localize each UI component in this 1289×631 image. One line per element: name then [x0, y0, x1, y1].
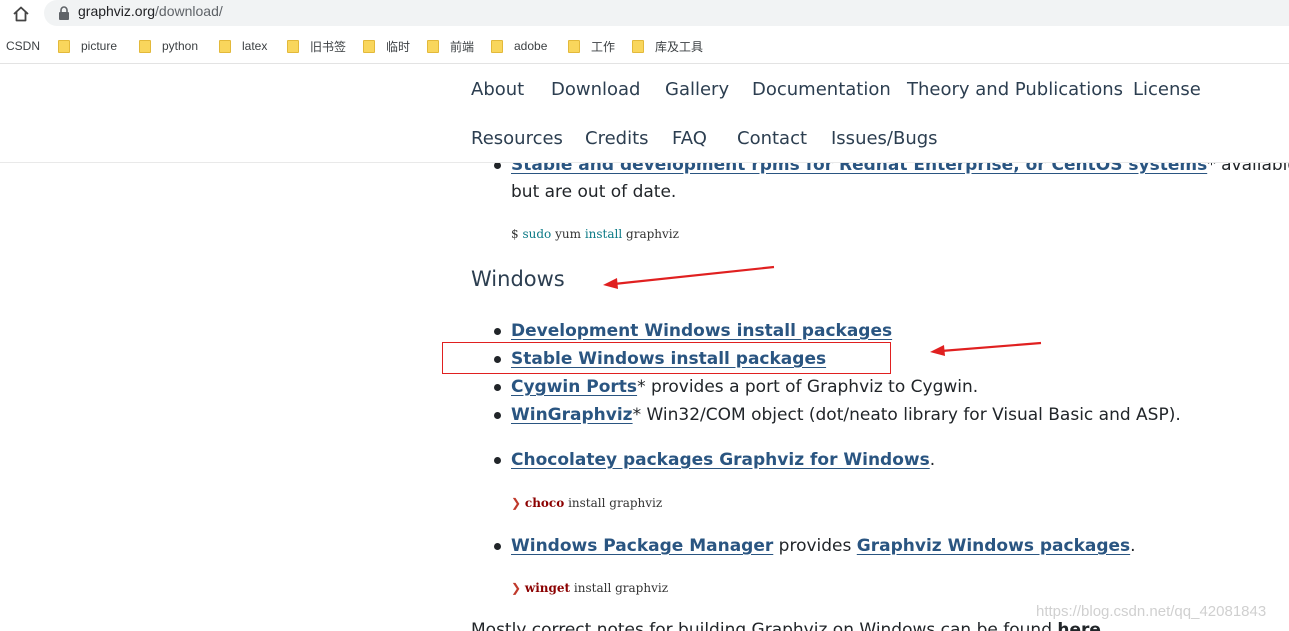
bookmark-label: 临时	[386, 39, 411, 54]
bookmark-folder-picture[interactable]: picture	[58, 38, 117, 54]
folder-icon	[632, 39, 644, 53]
home-button[interactable]	[10, 4, 32, 24]
bookmarks-bar: CSDN picture python latex 旧书签 临时 前端 adob…	[0, 30, 1289, 60]
bookmark-label: 工作	[591, 39, 616, 54]
browser-toolbar: graphviz.org/download/	[0, 0, 1289, 28]
annotation-arrows	[603, 265, 1042, 356]
folder-icon	[427, 39, 439, 53]
bookmark-label: latex	[242, 39, 268, 53]
bookmark-folder-temp[interactable]: 临时	[363, 38, 410, 54]
bookmark-folder-python[interactable]: python	[139, 38, 198, 54]
bookmark-csdn[interactable]: CSDN	[6, 38, 40, 54]
folder-icon	[219, 39, 231, 53]
bookmark-folder-adobe[interactable]: adobe	[491, 38, 547, 54]
folder-icon	[139, 39, 151, 53]
arrow-to-windows-heading	[603, 265, 775, 289]
folder-icon	[58, 39, 70, 53]
bookmark-label: picture	[81, 39, 118, 53]
bookmark-folder-latex[interactable]: latex	[219, 38, 267, 54]
home-icon	[13, 6, 29, 22]
folder-icon	[568, 39, 580, 53]
lock-icon	[59, 6, 69, 20]
csdn-watermark: https://blog.csdn.net/qq_42081843	[1036, 603, 1267, 620]
bookmark-label: python	[162, 39, 199, 53]
folder-icon	[287, 39, 299, 53]
folder-icon	[491, 39, 503, 53]
bookmark-label: 旧书签	[310, 39, 347, 54]
bookmark-label: CSDN	[6, 39, 41, 53]
folder-icon	[363, 39, 375, 53]
bookmark-folder-old[interactable]: 旧书签	[287, 38, 346, 54]
url-text: graphviz.org/download/	[78, 3, 223, 19]
bookmark-label: 库及工具	[655, 39, 704, 54]
bookmark-folder-libs[interactable]: 库及工具	[632, 38, 703, 54]
bookmark-folder-work[interactable]: 工作	[568, 38, 615, 54]
web-page: Stable and development rpms for Redhat E…	[0, 64, 1289, 631]
address-bar[interactable]: graphviz.org/download/	[44, 0, 1289, 26]
bookmark-folder-frontend[interactable]: 前端	[427, 38, 474, 54]
bookmark-label: adobe	[514, 39, 548, 53]
bookmark-label: 前端	[450, 39, 475, 54]
arrow-to-stable-packages	[930, 341, 1042, 356]
